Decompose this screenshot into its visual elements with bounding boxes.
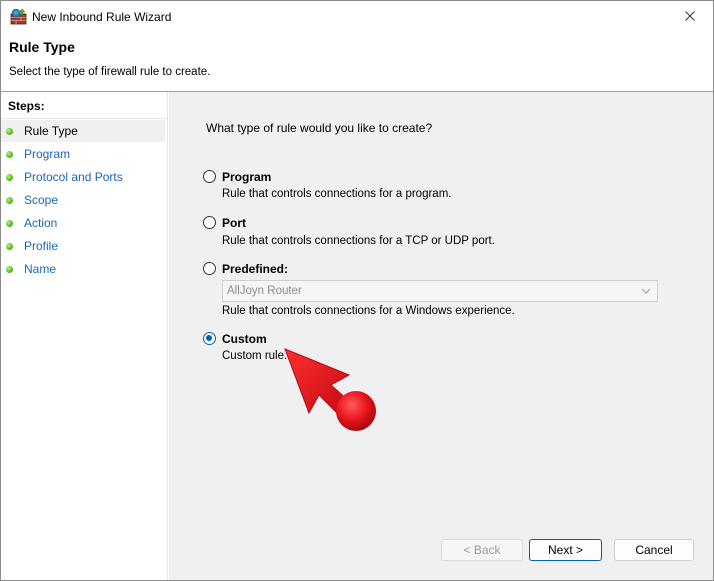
sidebar-item-label: Program: [24, 147, 71, 161]
green-dot-icon: [6, 128, 13, 135]
close-icon: [685, 11, 695, 21]
page-description: Select the type of firewall rule to crea…: [9, 66, 211, 78]
main-content: What type of rule would you like to crea…: [169, 92, 713, 580]
sidebar-item-label: Action: [24, 216, 58, 230]
program-option-description: Rule that controls connections for a pro…: [222, 188, 452, 200]
green-dot-icon: [6, 174, 13, 181]
predefined-dropdown[interactable]: AllJoyn Router: [222, 280, 658, 302]
sidebar-item-profile[interactable]: Profile: [1, 235, 165, 257]
close-button[interactable]: [667, 1, 713, 31]
port-radio[interactable]: [203, 216, 216, 229]
predefined-radio[interactable]: [203, 262, 216, 275]
custom-option-label[interactable]: Custom: [222, 332, 267, 346]
program-radio[interactable]: [203, 170, 216, 183]
port-option-label[interactable]: Port: [222, 216, 246, 230]
green-dot-icon: [6, 243, 13, 250]
chevron-down-icon: [641, 288, 651, 294]
sidebar-item-label: Scope: [24, 193, 59, 207]
steps-divider: [1, 118, 167, 119]
sidebar-item-protocol-and-ports[interactable]: Protocol and Ports: [1, 166, 165, 188]
wizard-window: New Inbound Rule Wizard Rule Type Select…: [0, 0, 714, 581]
custom-option-description: Custom rule.: [222, 350, 288, 362]
sidebar-item-program[interactable]: Program: [1, 143, 165, 165]
window-title: New Inbound Rule Wizard: [32, 10, 172, 24]
sidebar-item-label: Protocol and Ports: [24, 170, 123, 184]
green-dot-icon: [6, 266, 13, 273]
program-option-label[interactable]: Program: [222, 170, 271, 184]
next-button[interactable]: Next >: [529, 539, 602, 561]
sidebar-item-action[interactable]: Action: [1, 212, 165, 234]
steps-sidebar: Steps: Rule Type Program Protocol and Po…: [1, 92, 168, 580]
page-header: Rule Type Select the type of firewall ru…: [1, 33, 713, 91]
green-dot-icon: [6, 197, 13, 204]
sidebar-item-label: Name: [24, 262, 57, 276]
back-button[interactable]: < Back: [441, 539, 523, 561]
green-dot-icon: [6, 151, 13, 158]
sidebar-item-rule-type[interactable]: Rule Type: [1, 120, 165, 142]
rule-type-question: What type of rule would you like to crea…: [206, 121, 433, 135]
sidebar-item-label: Profile: [24, 239, 59, 253]
green-dot-icon: [6, 220, 13, 227]
predefined-option-description: Rule that controls connections for a Win…: [222, 305, 515, 317]
predefined-dropdown-value: AllJoyn Router: [227, 285, 302, 297]
custom-radio[interactable]: [203, 332, 216, 345]
steps-label: Steps:: [8, 99, 45, 113]
cancel-button[interactable]: Cancel: [614, 539, 694, 561]
predefined-option-label[interactable]: Predefined:: [222, 262, 288, 276]
firewall-wizard-icon: [10, 8, 27, 25]
sidebar-item-label: Rule Type: [24, 124, 78, 138]
title-bar: New Inbound Rule Wizard: [1, 1, 713, 33]
port-option-description: Rule that controls connections for a TCP…: [222, 235, 495, 247]
sidebar-item-scope[interactable]: Scope: [1, 189, 165, 211]
page-title: Rule Type: [9, 39, 75, 55]
sidebar-item-name[interactable]: Name: [1, 258, 165, 280]
